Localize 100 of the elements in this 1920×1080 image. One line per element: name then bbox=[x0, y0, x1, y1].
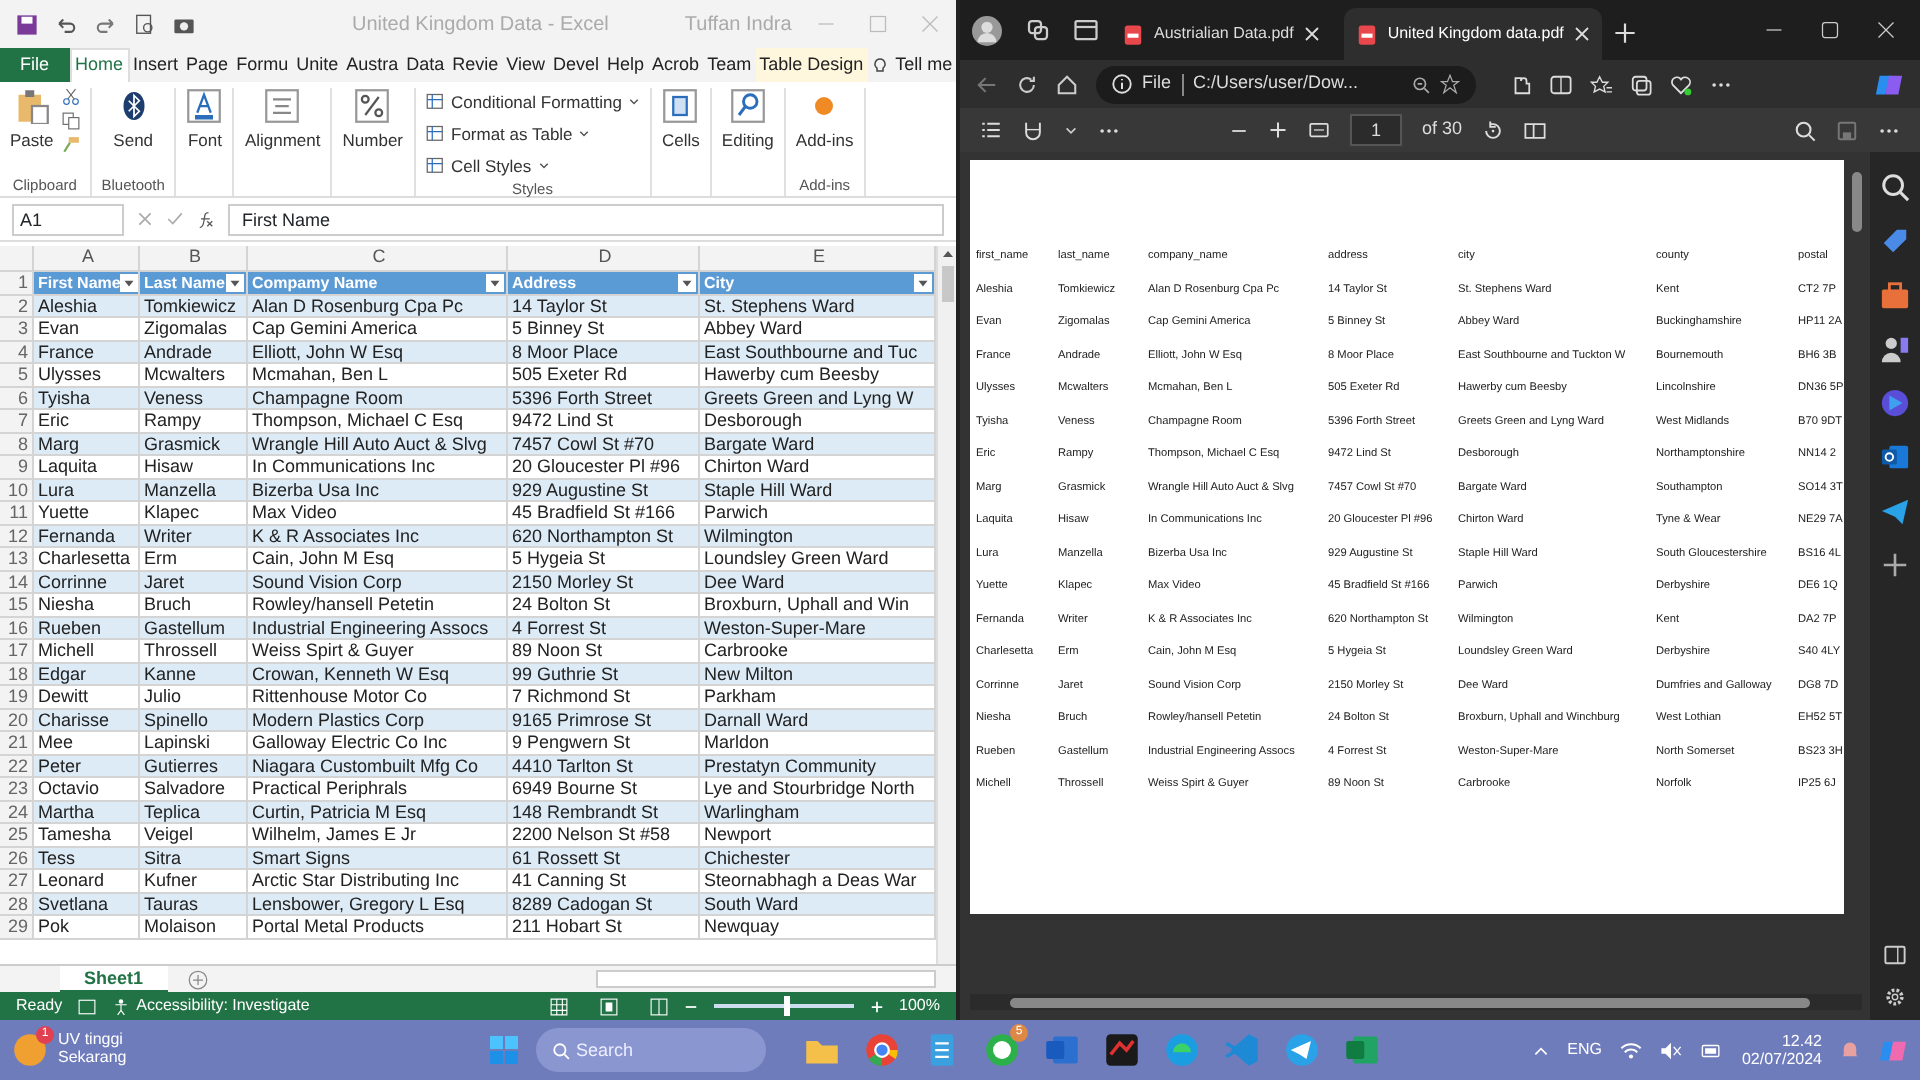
row-header[interactable]: 9 bbox=[0, 456, 34, 479]
zoom-level[interactable]: 100% bbox=[899, 994, 940, 1018]
column-header[interactable]: C bbox=[248, 246, 508, 272]
row-header[interactable]: 15 bbox=[0, 594, 34, 617]
column-header[interactable]: D bbox=[508, 246, 700, 272]
table-cell: Sound Vision Corp bbox=[248, 571, 508, 594]
font-button[interactable]: Font bbox=[186, 88, 223, 154]
clock-date[interactable]: 02/07/2024 bbox=[1741, 1050, 1822, 1069]
table-cell: Dee Ward bbox=[700, 571, 936, 594]
ribbon-tab[interactable]: Team bbox=[703, 48, 756, 82]
tell-me-search[interactable]: Tell me bbox=[867, 48, 957, 82]
search-field[interactable]: Search bbox=[536, 1028, 766, 1072]
row-header[interactable]: 11 bbox=[0, 502, 34, 525]
column-header[interactable]: E bbox=[700, 246, 936, 272]
ribbon-tab[interactable]: Data bbox=[402, 48, 449, 82]
table-cell: Veness bbox=[140, 387, 248, 410]
row-header[interactable]: 4 bbox=[0, 341, 34, 364]
address-bar[interactable]: File C:/Users/user/Dow... bbox=[1096, 65, 1476, 103]
table-cell: Wilmington bbox=[700, 525, 936, 548]
alignment-button[interactable]: Alignment bbox=[244, 88, 321, 154]
ribbon-tab[interactable]: Austra bbox=[342, 48, 403, 82]
ribbon-tab[interactable]: Acrob bbox=[648, 48, 704, 82]
ribbon-tab[interactable]: Revie bbox=[448, 48, 503, 82]
ribbon-tab[interactable]: Devel bbox=[549, 48, 604, 82]
formula-field[interactable]: First Name bbox=[228, 203, 944, 235]
row-header[interactable]: 2 bbox=[0, 295, 34, 318]
style-menu-button[interactable]: Conditional Formatting bbox=[425, 90, 641, 116]
ribbon-tab[interactable]: View bbox=[502, 48, 550, 82]
table-cell: Lensbower, Gregory L Esq bbox=[248, 893, 508, 916]
column-header[interactable]: A bbox=[34, 246, 140, 272]
row-header[interactable]: 28 bbox=[0, 893, 34, 916]
table-cell: Sitra bbox=[140, 847, 248, 870]
table-cell: Niagara Custombuilt Mfg Co bbox=[248, 755, 508, 778]
weather-subtitle: Sekarang bbox=[58, 1050, 127, 1068]
row-header[interactable]: 27 bbox=[0, 870, 34, 893]
table-cell: Industrial Engineering Assocs bbox=[248, 617, 508, 640]
send-button[interactable]: Send bbox=[113, 88, 154, 154]
table-cell: Alan D Rosenburg Cpa Pc bbox=[248, 295, 508, 318]
table-cell: Crowan, Kenneth W Esq bbox=[248, 663, 508, 686]
add-ins-button[interactable]: Add-ins bbox=[795, 88, 854, 154]
ribbon-tab[interactable]: Help bbox=[603, 48, 649, 82]
paste-button[interactable]: Paste bbox=[10, 88, 54, 154]
row-header[interactable]: 14 bbox=[0, 571, 34, 594]
name-box[interactable]: A1 bbox=[12, 203, 124, 235]
table-header: City bbox=[704, 272, 735, 294]
table-cell: Martha bbox=[34, 801, 140, 824]
ribbon-tab[interactable]: Formu bbox=[232, 48, 293, 82]
number-button[interactable]: Number bbox=[342, 88, 403, 154]
tab-title: United Kingdom data.pdf bbox=[1387, 22, 1564, 46]
row-header[interactable]: 26 bbox=[0, 847, 34, 870]
browser-tab[interactable]: United Kingdom data.pdf bbox=[1343, 8, 1602, 60]
ribbon-tab[interactable]: Page bbox=[182, 48, 233, 82]
row-header[interactable]: 24 bbox=[0, 801, 34, 824]
accessibility-button[interactable]: Accessibility: Investigate bbox=[112, 994, 310, 1018]
row-header[interactable]: 5 bbox=[0, 364, 34, 387]
row-header[interactable]: 1 bbox=[0, 272, 34, 295]
browser-tab[interactable]: Austrialian Data.pdf bbox=[1110, 8, 1332, 60]
ribbon-tab[interactable]: Home bbox=[69, 48, 130, 82]
cells-button[interactable]: Cells bbox=[662, 88, 700, 154]
table-cell: Newquay bbox=[700, 916, 936, 939]
row-header[interactable]: 6 bbox=[0, 387, 34, 410]
row-header[interactable]: 8 bbox=[0, 433, 34, 456]
row-header[interactable]: 10 bbox=[0, 479, 34, 502]
table-cell: East Southbourne and Tuc bbox=[700, 341, 936, 364]
ribbon-tab[interactable]: Insert bbox=[129, 48, 183, 82]
ribbon-tab[interactable]: Unite bbox=[292, 48, 343, 82]
weather-title[interactable]: UV tinggi bbox=[58, 1032, 127, 1050]
column-header[interactable]: B bbox=[140, 246, 248, 272]
ribbon-tab[interactable]: File bbox=[0, 48, 70, 82]
row-header[interactable]: 23 bbox=[0, 778, 34, 801]
table-cell: Edgar bbox=[34, 663, 140, 686]
row-header[interactable]: 17 bbox=[0, 640, 34, 663]
editing-button[interactable]: Editing bbox=[721, 88, 774, 154]
sheet-tab[interactable]: Sheet1 bbox=[60, 965, 168, 993]
table-cell: Manzella bbox=[140, 479, 248, 502]
row-header[interactable]: 16 bbox=[0, 617, 34, 640]
tab-title: Austrialian Data.pdf bbox=[1154, 22, 1294, 46]
language-indicator[interactable]: ENG bbox=[1567, 1038, 1602, 1062]
row-header[interactable]: 20 bbox=[0, 709, 34, 732]
table-cell: 5396 Forth Street bbox=[508, 387, 700, 410]
row-header[interactable]: 22 bbox=[0, 755, 34, 778]
row-header[interactable]: 13 bbox=[0, 548, 34, 571]
row-header[interactable]: 19 bbox=[0, 686, 34, 709]
table-cell: Tyisha bbox=[34, 387, 140, 410]
table-cell: 211 Hobart St bbox=[508, 916, 700, 939]
row-header[interactable]: 21 bbox=[0, 732, 34, 755]
table-cell: Jaret bbox=[140, 571, 248, 594]
table-header: Address bbox=[512, 272, 577, 294]
row-header[interactable]: 18 bbox=[0, 663, 34, 686]
row-header[interactable]: 3 bbox=[0, 318, 34, 341]
clock-time[interactable]: 12.42 bbox=[1741, 1031, 1822, 1050]
table-cell: Greets Green and Lyng W bbox=[700, 387, 936, 410]
row-header[interactable]: 12 bbox=[0, 525, 34, 548]
style-menu-button[interactable]: Format as Table bbox=[425, 121, 641, 147]
row-header[interactable]: 25 bbox=[0, 824, 34, 847]
style-menu-button[interactable]: Cell Styles bbox=[425, 153, 641, 179]
row-header[interactable]: 7 bbox=[0, 410, 34, 433]
ribbon-tab[interactable]: Table Design bbox=[755, 48, 868, 82]
page-number-field[interactable]: 1 bbox=[1350, 114, 1402, 146]
row-header[interactable]: 29 bbox=[0, 916, 34, 939]
